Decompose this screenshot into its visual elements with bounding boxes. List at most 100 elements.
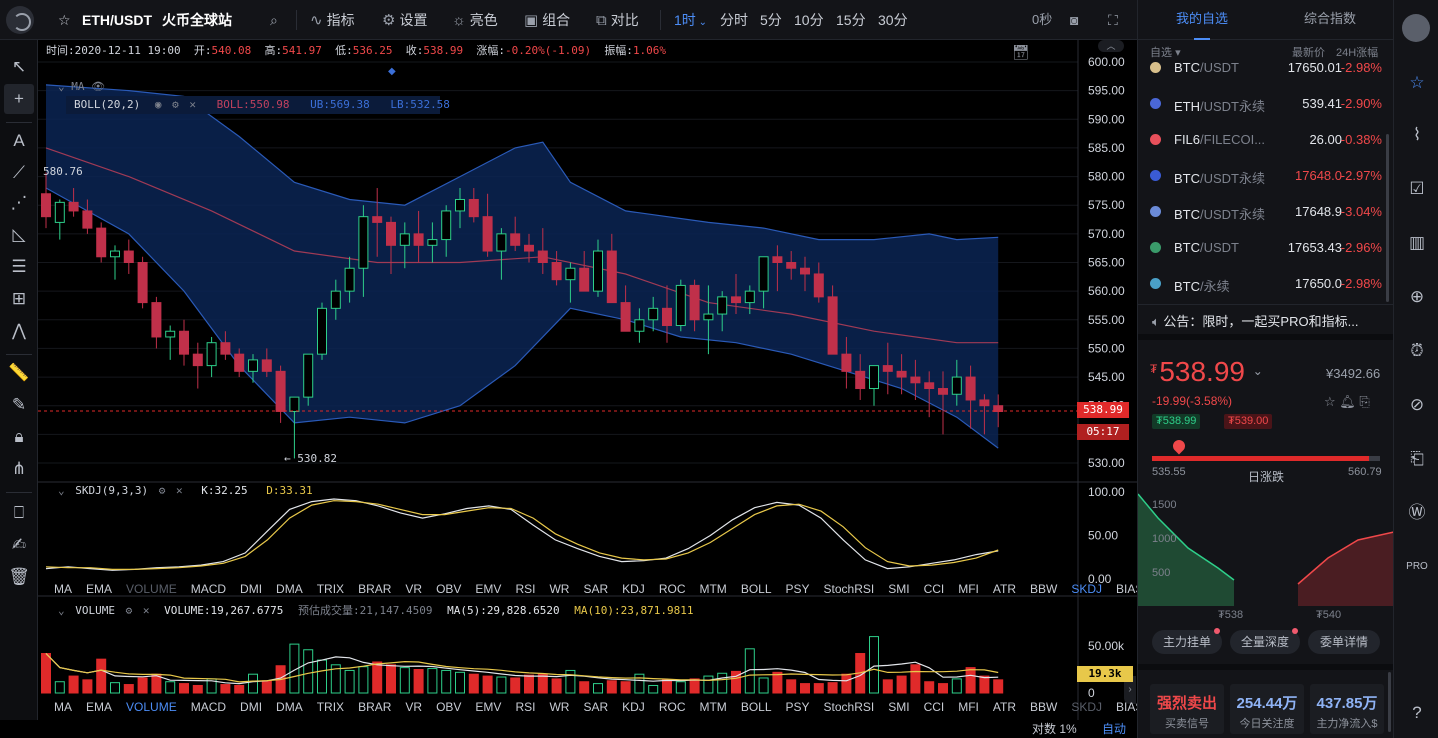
indicator-tab-trix[interactable]: TRIX [317, 700, 344, 714]
compare-button[interactable]: ⧉ 对比 [596, 0, 639, 40]
attention-card[interactable]: 254.44万 今日关注度 [1230, 684, 1304, 734]
indicator-tab-roc[interactable]: ROC [659, 700, 686, 714]
ma-legend[interactable]: ⌄ MA 👁︎ [58, 80, 105, 93]
watchlist-row[interactable]: BTC/永续 17650.0 -2.98% [1138, 266, 1388, 302]
price-chart[interactable]: 600.00 595.00 590.00 585.00 580.00 575.00 570.… [38, 40, 1137, 720]
scale-controls[interactable]: 对数 1% [1032, 720, 1077, 737]
indicator-tab-mfi[interactable]: MFI [958, 700, 979, 714]
change-column-header[interactable]: 24H涨幅 [1336, 44, 1378, 60]
gear-icon[interactable]: ⚙ [159, 484, 166, 497]
indicator-tab-dmi[interactable]: DMI [240, 700, 262, 714]
indicator-tab-volume[interactable]: VOLUME [126, 700, 177, 714]
add-page-icon[interactable]: ⊕ [1404, 284, 1430, 310]
layout-button[interactable]: ▣ 组合 [524, 0, 570, 40]
indicator-tab-macd[interactable]: MACD [191, 582, 226, 596]
event-marker-icon[interactable]: ◆ [388, 66, 396, 77]
eye-icon[interactable]: 👁︎ [91, 80, 105, 93]
pro-icon[interactable]: PRO [1404, 554, 1430, 580]
indicator-tab-brar[interactable]: BRAR [358, 582, 391, 596]
main-orders-button[interactable]: 主力挂单 [1152, 628, 1222, 654]
globe-icon[interactable]: ⊘ [1404, 392, 1430, 418]
bookmark-icon[interactable]: ⎕ [4, 498, 34, 528]
shape-icon[interactable]: ⊞ [4, 284, 34, 314]
triangle-icon[interactable]: ◺ [4, 220, 34, 250]
chevron-down-icon[interactable]: ⌄ [1253, 364, 1263, 378]
indicator-tab-kdj[interactable]: KDJ [622, 582, 645, 596]
indicator-tab-mfi[interactable]: MFI [958, 582, 979, 596]
interval-5m[interactable]: 5分 [760, 0, 782, 40]
indicator-tab-dma[interactable]: DMA [276, 700, 303, 714]
edit-list-icon[interactable]: ✍ [4, 530, 34, 560]
interval-10m[interactable]: 10分 [794, 0, 824, 40]
tab-indices[interactable]: 综合指数 [1266, 0, 1394, 40]
help-icon[interactable]: ? [1404, 700, 1430, 726]
indicator-tab-vr[interactable]: VR [405, 700, 422, 714]
indicator-tab-skdj[interactable]: SKDJ [1071, 582, 1102, 596]
indicator-tab-cci[interactable]: CCI [924, 700, 945, 714]
auto-scale-toggle[interactable]: 自动 [1102, 720, 1126, 737]
indicator-tab-wr[interactable]: WR [549, 582, 569, 596]
indicator-tab-bbw[interactable]: BBW [1030, 700, 1057, 714]
ask-price-pill[interactable]: ₮539.00 [1224, 414, 1273, 429]
watchlist-row[interactable]: FIL6/FILECOI... 26.00 -0.38% [1138, 122, 1388, 158]
indicator-tab-smi[interactable]: SMI [888, 700, 909, 714]
interval-30m[interactable]: 30分 [878, 0, 908, 40]
watchlist-scrollbar[interactable] [1386, 134, 1389, 302]
indicator-tab-rsi[interactable]: RSI [515, 700, 535, 714]
settings-button[interactable]: ⚙ 设置 [382, 0, 427, 40]
indicators-button[interactable]: ∿ 指标 [310, 0, 355, 40]
skdj-legend[interactable]: ⌄ SKDJ(9,3,3) ⚙ ✕ K:32.25 D:33.31 [58, 484, 313, 497]
order-details-button[interactable]: 委单详情 [1308, 630, 1380, 654]
indicator-tab-ma[interactable]: MA [54, 700, 72, 714]
theme-button[interactable]: ☼ 亮色 [452, 0, 498, 40]
indicator-tab-vr[interactable]: VR [405, 582, 422, 596]
indicator-tab-obv[interactable]: OBV [436, 582, 461, 596]
indicator-tab-boll[interactable]: BOLL [741, 700, 772, 714]
text-tool-icon[interactable]: A [4, 126, 34, 156]
ruler-icon[interactable]: 📏 [4, 358, 34, 388]
close-icon[interactable]: ✕ [176, 484, 183, 497]
crosshair-icon[interactable]: + [4, 84, 34, 114]
bell-icon[interactable]: 🔔︎ [1339, 394, 1356, 409]
avatar[interactable] [1402, 14, 1430, 42]
close-icon[interactable]: ✕ [143, 604, 150, 617]
panel-scrollbar[interactable] [1388, 672, 1391, 732]
gear-icon[interactable]: ⚙ [172, 98, 179, 111]
indicator-tab-wr[interactable]: WR [549, 700, 569, 714]
indicator-tab-rsi[interactable]: RSI [515, 582, 535, 596]
indicator-tab-cci[interactable]: CCI [924, 582, 945, 596]
indicator-tab-ema[interactable]: EMA [86, 582, 112, 596]
calendar-icon[interactable]: 📅︎ [1012, 44, 1030, 61]
indicator-tab-obv[interactable]: OBV [436, 700, 461, 714]
boll-legend[interactable]: BOLL(20,2) ◉ ⚙ ✕ BOLL:550.98 UB:569.38 L… [66, 96, 450, 114]
indicator-tab-atr[interactable]: ATR [993, 582, 1016, 596]
indicator-tab-bbw[interactable]: BBW [1030, 582, 1057, 596]
indicator-tab-mtm[interactable]: MTM [699, 582, 726, 596]
exchange-icon[interactable]: ⎗ [1404, 446, 1430, 472]
indicator-tab-volume[interactable]: VOLUME [126, 582, 177, 596]
indicator-tab-sar[interactable]: SAR [583, 582, 608, 596]
price-column-header[interactable]: 最新价 [1292, 44, 1325, 60]
collapse-icon[interactable]: ⌄ [58, 484, 65, 497]
full-depth-button[interactable]: 全量深度 [1230, 628, 1300, 654]
indicator-tab-macd[interactable]: MACD [191, 700, 226, 714]
interval-15m[interactable]: 15分 [836, 0, 866, 40]
interval-timeline[interactable]: 分时 [720, 0, 748, 40]
percent-scale-toggle[interactable]: 1% [1059, 722, 1076, 736]
collapse-top-icon[interactable]: ︿ [1098, 40, 1124, 52]
indicator-tab-psy[interactable]: PSY [786, 700, 810, 714]
close-icon[interactable]: ✕ [189, 98, 196, 111]
indicator-tab-dmi[interactable]: DMI [240, 582, 262, 596]
indicator-tab-brar[interactable]: BRAR [358, 700, 391, 714]
log-scale-toggle[interactable]: 对数 [1032, 722, 1056, 736]
checklist-icon[interactable]: ☑ [1404, 176, 1430, 202]
eye-icon[interactable]: ◉ [155, 98, 162, 111]
cursor-icon[interactable]: ↖ [4, 52, 34, 82]
signal-card[interactable]: 强烈卖出 买卖信号 [1150, 684, 1224, 734]
bar-chart-icon[interactable]: ▥ [1404, 230, 1430, 256]
symbol-title[interactable]: ETH/USDT [82, 0, 152, 40]
indicator-tab-sar[interactable]: SAR [583, 700, 608, 714]
chart-icon[interactable]: ⌇ [1404, 122, 1430, 148]
pattern-icon[interactable]: ⋀ [4, 316, 34, 346]
camera-icon[interactable]: ◙ [1070, 0, 1078, 40]
